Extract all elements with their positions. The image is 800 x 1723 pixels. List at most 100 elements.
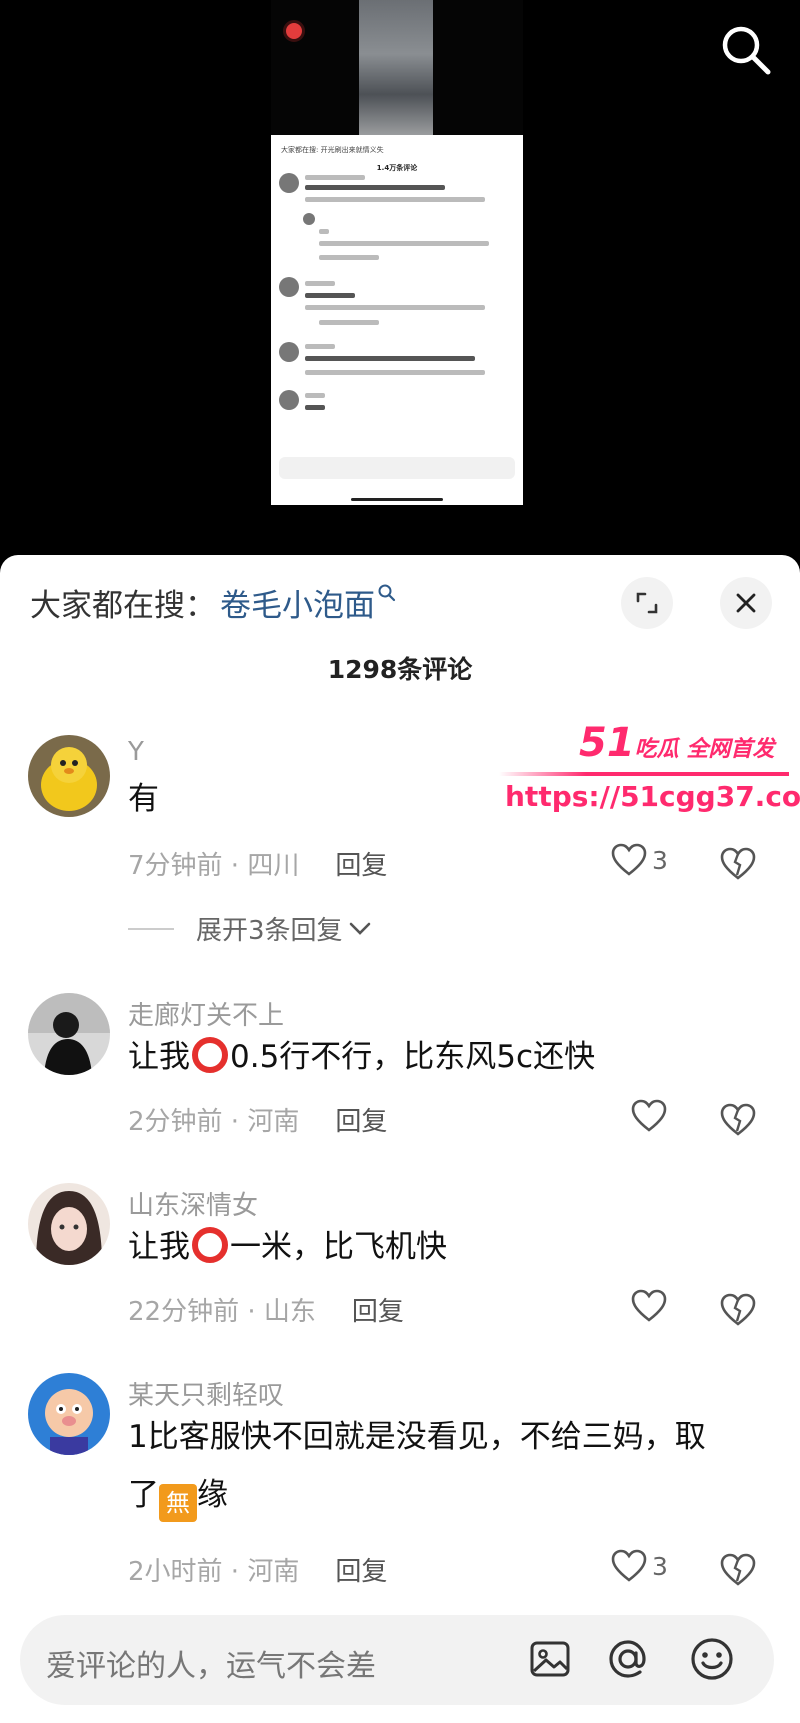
heart-icon bbox=[611, 1549, 647, 1582]
heart-icon bbox=[631, 1289, 667, 1322]
expand-button[interactable] bbox=[621, 577, 673, 629]
thumbnail-avatar bbox=[279, 173, 299, 193]
reply-button[interactable]: 回复 bbox=[335, 1551, 387, 1588]
video-area[interactable]: 大家都在搜: 开光刷出来就情义失 1.4万条评论 bbox=[0, 0, 800, 555]
avatar[interactable] bbox=[28, 735, 110, 817]
avatar-image bbox=[28, 1373, 110, 1455]
expand-replies[interactable]: 展开3条回复 bbox=[128, 910, 371, 947]
comment-item: 某天只剩轻叹 1比客服快不回就是没看见，不给三妈，取了無缘 2小时前 · 河南 … bbox=[0, 1373, 800, 1603]
comment-time: 2小时前 · 河南 bbox=[128, 1557, 300, 1587]
thumbnail-avatar bbox=[279, 390, 299, 410]
reply-button[interactable]: 回复 bbox=[352, 1291, 404, 1328]
expand-replies-label: 展开3条回复 bbox=[196, 916, 343, 946]
dislike-icon[interactable] bbox=[718, 1101, 758, 1137]
watermark: 51吃瓜 全网首发 https://51cgg37.com bbox=[495, 720, 800, 820]
avatar-image bbox=[28, 735, 110, 817]
comment-text-part: 一米，比飞机快 bbox=[230, 1229, 447, 1265]
like-button[interactable] bbox=[630, 1289, 668, 1323]
thumbnail-header: 大家都在搜: 开光刷出来就情义失 bbox=[281, 146, 384, 154]
video-thumbnail[interactable]: 大家都在搜: 开光刷出来就情义失 1.4万条评论 bbox=[271, 0, 523, 505]
avatar-image bbox=[28, 993, 110, 1075]
comment-meta: 7分钟前 · 四川 回复 bbox=[128, 845, 387, 882]
thumbnail-line bbox=[305, 305, 485, 310]
close-button[interactable] bbox=[720, 577, 772, 629]
dislike-icon[interactable] bbox=[718, 1291, 758, 1327]
comment-username[interactable]: Y bbox=[128, 737, 144, 767]
like-button[interactable]: 3 bbox=[610, 843, 668, 877]
comment-meta: 2分钟前 · 河南 回复 bbox=[128, 1101, 387, 1138]
red-circle-emoji-icon bbox=[192, 1227, 228, 1263]
comment-username[interactable]: 某天只剩轻叹 bbox=[128, 1375, 284, 1412]
divider bbox=[128, 927, 174, 930]
comment-text-part: 让我 bbox=[128, 1039, 190, 1075]
search-prefix: 大家都在搜： bbox=[30, 587, 216, 624]
comment-time: 7分钟前 · 四川 bbox=[128, 851, 300, 881]
comment-text-part: 让我 bbox=[128, 1229, 190, 1265]
search-term-link[interactable]: 卷毛小泡面 bbox=[220, 580, 375, 625]
like-button[interactable]: 3 bbox=[610, 1549, 668, 1583]
thumbnail-line bbox=[305, 405, 325, 410]
avatar[interactable] bbox=[28, 1183, 110, 1265]
search-small-icon bbox=[378, 584, 396, 602]
dislike-icon[interactable] bbox=[718, 1551, 758, 1587]
image-icon[interactable] bbox=[526, 1635, 574, 1683]
close-icon bbox=[736, 593, 756, 613]
comment-username[interactable]: 走廊灯关不上 bbox=[128, 995, 284, 1032]
thumbnail-line bbox=[305, 175, 365, 180]
comment-time: 22分钟前 · 山东 bbox=[128, 1297, 316, 1327]
comment-meta: 2小时前 · 河南 回复 bbox=[128, 1551, 387, 1588]
watermark-brand-text: 吃瓜 全网首发 bbox=[634, 737, 775, 762]
red-circle-emoji-icon bbox=[192, 1037, 228, 1073]
comment-item: 山东深情女 让我 一米，比飞机快 22分钟前 · 山东 回复 bbox=[0, 1183, 800, 1343]
avatar[interactable] bbox=[28, 1373, 110, 1455]
video-scene bbox=[359, 0, 433, 135]
reply-button[interactable]: 回复 bbox=[335, 1101, 387, 1138]
comment-input-placeholder[interactable]: 爱评论的人，运气不会差 bbox=[46, 1641, 376, 1685]
thumbnail-line bbox=[319, 241, 489, 246]
comment-text-part: 0.5行不行，比东风5c还快 bbox=[230, 1039, 596, 1075]
comment-meta: 22分钟前 · 山东 回复 bbox=[128, 1291, 404, 1328]
like-count: 3 bbox=[652, 845, 668, 875]
watermark-brand-number: 51 bbox=[579, 720, 635, 766]
thumbnail-video bbox=[271, 0, 523, 135]
thumbnail-line bbox=[305, 185, 445, 190]
comment-text: 让我 0.5行不行，比东风5c还快 bbox=[128, 1028, 760, 1086]
thumbnail-line bbox=[319, 255, 379, 260]
comment-username[interactable]: 山东深情女 bbox=[128, 1185, 258, 1222]
thumbnail-line bbox=[305, 281, 335, 286]
screen: 大家都在搜: 开光刷出来就情义失 1.4万条评论 大家都在搜： 卷毛小泡面 12… bbox=[0, 0, 800, 1723]
thumbnail-avatar bbox=[279, 277, 299, 297]
search-suggestion[interactable]: 大家都在搜： 卷毛小泡面 bbox=[30, 577, 397, 627]
comment-input-bar[interactable]: 爱评论的人，运气不会差 bbox=[20, 1615, 774, 1705]
thumbnail-line bbox=[305, 344, 335, 349]
comment-time: 2分钟前 · 河南 bbox=[128, 1107, 300, 1137]
wu-emoji-icon: 無 bbox=[159, 1484, 197, 1522]
like-count: 3 bbox=[652, 1551, 668, 1581]
expand-icon bbox=[636, 592, 658, 614]
thumbnail-line bbox=[305, 356, 475, 361]
search-icon[interactable] bbox=[718, 22, 774, 78]
comment-text-part: 缘 bbox=[197, 1477, 228, 1513]
thumbnail-line bbox=[319, 320, 379, 325]
mention-icon[interactable] bbox=[604, 1635, 652, 1683]
comment-text-line: 1比客服快不回就是没看见，不给三妈，取 bbox=[128, 1419, 706, 1455]
reply-button[interactable]: 回复 bbox=[335, 845, 387, 882]
comment-count: 1298条评论 bbox=[327, 655, 473, 684]
heart-icon bbox=[631, 1099, 667, 1132]
thumbnail-comment-panel: 大家都在搜: 开光刷出来就情义失 1.4万条评论 bbox=[271, 135, 523, 505]
chevron-down-icon bbox=[349, 922, 370, 935]
like-button[interactable] bbox=[630, 1099, 668, 1133]
dislike-icon[interactable] bbox=[718, 845, 758, 881]
watermark-line bbox=[499, 772, 789, 776]
thumbnail-line bbox=[305, 293, 355, 298]
thumbnail-input-bar bbox=[279, 457, 515, 479]
heart-icon bbox=[611, 843, 647, 876]
thumbnail-count: 1.4万条评论 bbox=[376, 164, 418, 172]
emoji-icon[interactable] bbox=[688, 1635, 736, 1683]
comment-text: 1比客服快不回就是没看见，不给三妈，取了無缘 bbox=[128, 1408, 760, 1524]
record-icon bbox=[283, 20, 305, 42]
thumbnail-line bbox=[305, 370, 485, 375]
avatar[interactable] bbox=[28, 993, 110, 1075]
thumbnail-line bbox=[319, 229, 329, 234]
comment-item: 走廊灯关不上 让我 0.5行不行，比东风5c还快 2分钟前 · 河南 回复 bbox=[0, 993, 800, 1153]
